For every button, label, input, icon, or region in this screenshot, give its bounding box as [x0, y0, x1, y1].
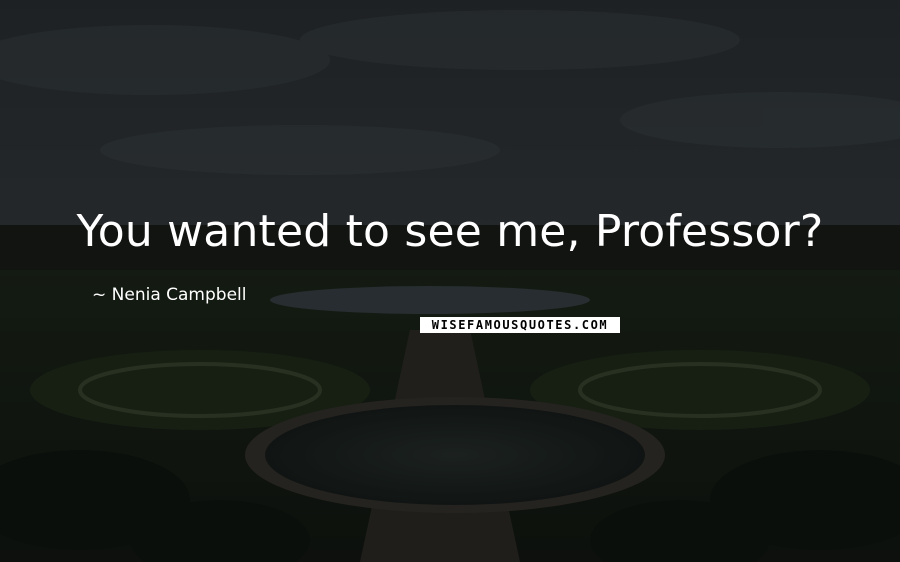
quote-text: You wanted to see me, Professor?	[76, 206, 824, 257]
quote-author: ~ Nenia Campbell	[92, 285, 247, 305]
quote-image: You wanted to see me, Professor? ~ Nenia…	[0, 0, 900, 562]
watermark-logo: WISEFAMOUSQUOTES.COM	[420, 317, 620, 333]
garden-background-photo	[0, 0, 900, 562]
